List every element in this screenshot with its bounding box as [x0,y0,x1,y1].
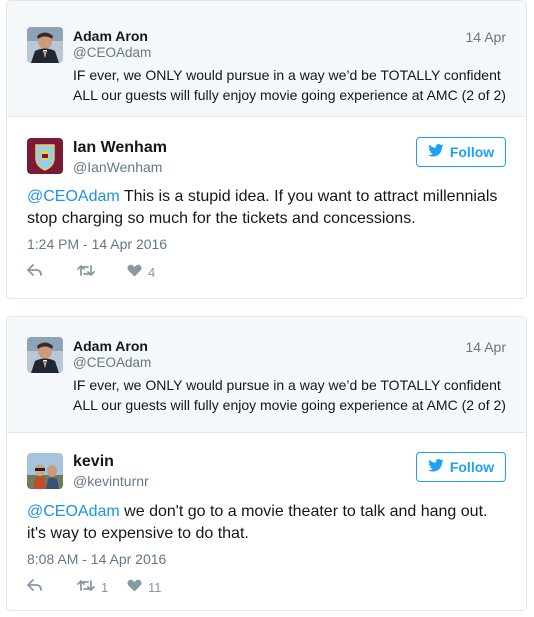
follow-button[interactable]: Follow [416,137,506,167]
quoted-author-name[interactable]: Adam Aron [73,338,148,354]
quoted-tweet[interactable]: Adam Aron @CEOAdam 14 Apr IF ever, we ON… [7,317,526,433]
twitter-bird-icon [428,459,444,475]
quoted-text-line: IF ever, we ONLY would pursue in a way w… [73,67,501,83]
reply-action[interactable] [27,264,77,280]
heart-icon [127,579,142,595]
reply-tweet: kevin @kevinturnr Follow @CEOAdam we don… [7,433,526,610]
reply-author-handle[interactable]: @kevinturnr [73,473,149,489]
tweet-card: Adam Aron @CEOAdam 14 Apr IF ever, we ON… [6,0,527,299]
reply-timestamp[interactable]: 1:24 PM - 14 Apr 2016 [27,236,167,252]
quoted-text-line: ALL our guests will fully enjoy movie go… [73,397,506,413]
tweet-actions: 4 [27,264,155,280]
retweet-icon [77,579,95,595]
reply-text-line: stop charging so much for the tickets an… [27,210,416,227]
quoted-author-handle[interactable]: @CEOAdam [73,355,151,370]
tweet-actions: 1 11 [27,579,162,595]
retweet-count: 1 [101,579,109,595]
follow-button[interactable]: Follow [416,452,506,482]
quoted-tweet[interactable]: Adam Aron @CEOAdam 14 Apr IF ever, we ON… [7,1,526,117]
quoted-text: IF ever, we ONLY would pursue in a way w… [73,65,518,105]
reply-timestamp[interactable]: 8:08 AM - 14 Apr 2016 [27,551,166,567]
heart-icon [127,264,142,280]
quoted-date[interactable]: 14 Apr [466,339,506,355]
tweet-card: Adam Aron @CEOAdam 14 Apr IF ever, we ON… [6,316,527,611]
reply-icon [27,264,42,280]
twitter-bird-icon [428,144,444,160]
follow-label: Follow [449,144,495,160]
reply-text-line: it's way to expensive to do that. [27,525,249,542]
quoted-text-line: IF ever, we ONLY would pursue in a way w… [73,377,501,393]
mention-link[interactable]: @CEOAdam [27,188,120,205]
mention-link[interactable]: @CEOAdam [27,503,120,520]
quoted-author-name[interactable]: Adam Aron [73,28,148,44]
quoted-date[interactable]: 14 Apr [466,29,506,45]
avatar[interactable] [27,27,63,63]
reply-text-line: @CEOAdam This is a stupid idea. If you w… [27,186,517,208]
like-count: 11 [148,579,162,595]
avatar[interactable] [27,138,63,174]
reply-action[interactable] [27,579,77,595]
reply-text-segment: we don't go to a movie theater to talk a… [119,503,488,520]
retweet-action[interactable]: 1 [77,579,127,595]
retweet-action[interactable] [77,264,127,280]
like-action[interactable]: 4 [127,264,155,280]
avatar[interactable] [27,453,63,489]
reply-tweet: Ian Wenham @IanWenham Follow @CEOAdam Th… [7,117,526,297]
retweet-icon [77,264,95,280]
quoted-author-handle[interactable]: @CEOAdam [73,45,151,60]
reply-author-name[interactable]: kevin [73,453,114,471]
quoted-text-line: ALL our guests will fully enjoy movie go… [73,87,506,103]
reply-text: @CEOAdam we don't go to a movie theater … [27,501,517,545]
like-count: 4 [148,264,156,280]
like-action[interactable]: 11 [127,579,162,595]
reply-text-segment: This is a stupid idea. If you want to at… [119,188,498,205]
follow-label: Follow [449,459,495,475]
reply-icon [27,579,42,595]
reply-author-handle[interactable]: @IanWenham [73,159,162,175]
quoted-text: IF ever, we ONLY would pursue in a way w… [73,375,518,415]
reply-text: @CEOAdam This is a stupid idea. If you w… [27,186,517,230]
avatar[interactable] [27,337,63,373]
reply-author-name[interactable]: Ian Wenham [73,139,167,157]
reply-text-line: @CEOAdam we don't go to a movie theater … [27,501,517,523]
